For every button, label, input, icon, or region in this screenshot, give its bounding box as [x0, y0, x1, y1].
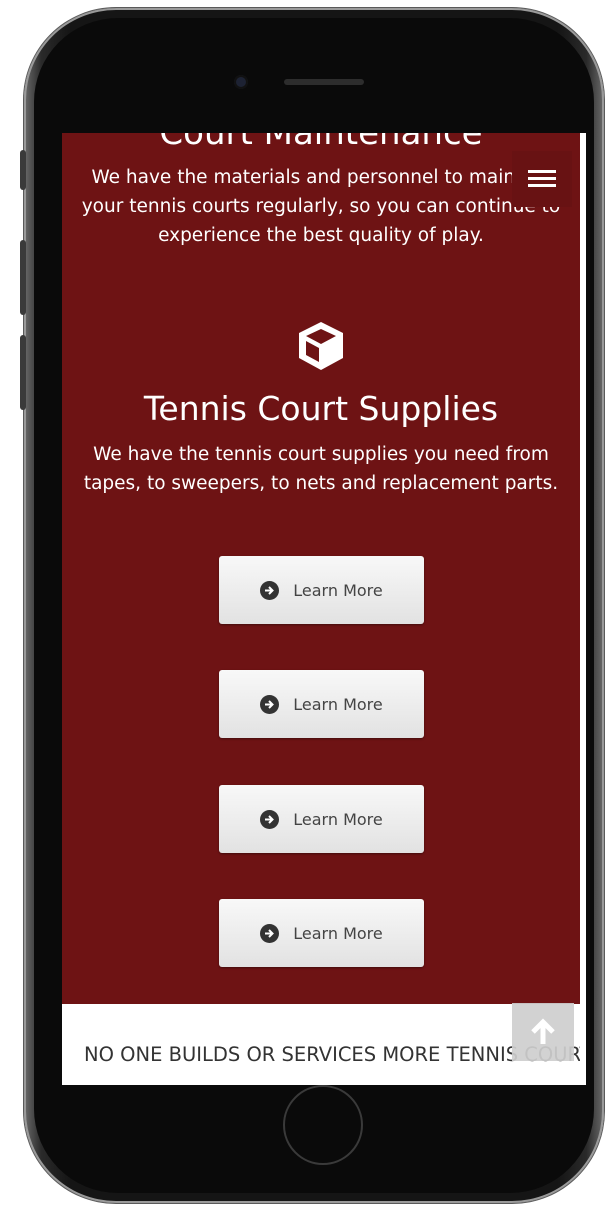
earpiece-speaker — [284, 79, 364, 85]
learn-more-button[interactable]: Learn More — [219, 899, 424, 967]
tagline-section: NO ONE BUILDS OR SERVICES MORE TENNIS CO… — [62, 1004, 586, 1085]
front-camera — [234, 75, 248, 89]
arrow-circle-right-icon — [260, 923, 280, 943]
arrow-circle-right-icon — [260, 809, 280, 829]
volume-up-button — [20, 240, 26, 315]
learn-more-button[interactable]: Learn More — [219, 556, 424, 624]
services-section: Court Maintenance We have the materials … — [62, 133, 580, 1004]
volume-down-button — [20, 335, 26, 410]
learn-more-label: Learn More — [293, 694, 383, 714]
cube-icon — [299, 322, 343, 370]
learn-more-button[interactable]: Learn More — [219, 670, 424, 738]
phone-screen: Court Maintenance We have the materials … — [62, 133, 586, 1085]
tagline-text: NO ONE BUILDS OR SERVICES MORE TENNIS CO… — [84, 1043, 586, 1066]
learn-more-button[interactable]: Learn More — [219, 785, 424, 853]
maintenance-description: We have the materials and personnel to m… — [81, 167, 561, 246]
back-to-top-button[interactable] — [512, 1003, 574, 1061]
maintenance-title: Court Maintenance — [159, 133, 483, 153]
arrow-circle-right-icon — [260, 580, 280, 600]
hamburger-menu-icon[interactable] — [512, 151, 572, 207]
supplies-description: We have the tennis court supplies you ne… — [83, 444, 559, 494]
mute-switch — [20, 150, 26, 190]
learn-more-label: Learn More — [293, 923, 383, 943]
supplies-title: Tennis Court Supplies — [143, 389, 499, 428]
home-button[interactable] — [283, 1085, 363, 1165]
arrow-up-icon — [531, 1018, 555, 1044]
learn-more-label: Learn More — [293, 809, 383, 829]
screen-edge — [580, 133, 586, 1085]
learn-more-label: Learn More — [293, 580, 383, 600]
arrow-circle-right-icon — [260, 694, 280, 714]
